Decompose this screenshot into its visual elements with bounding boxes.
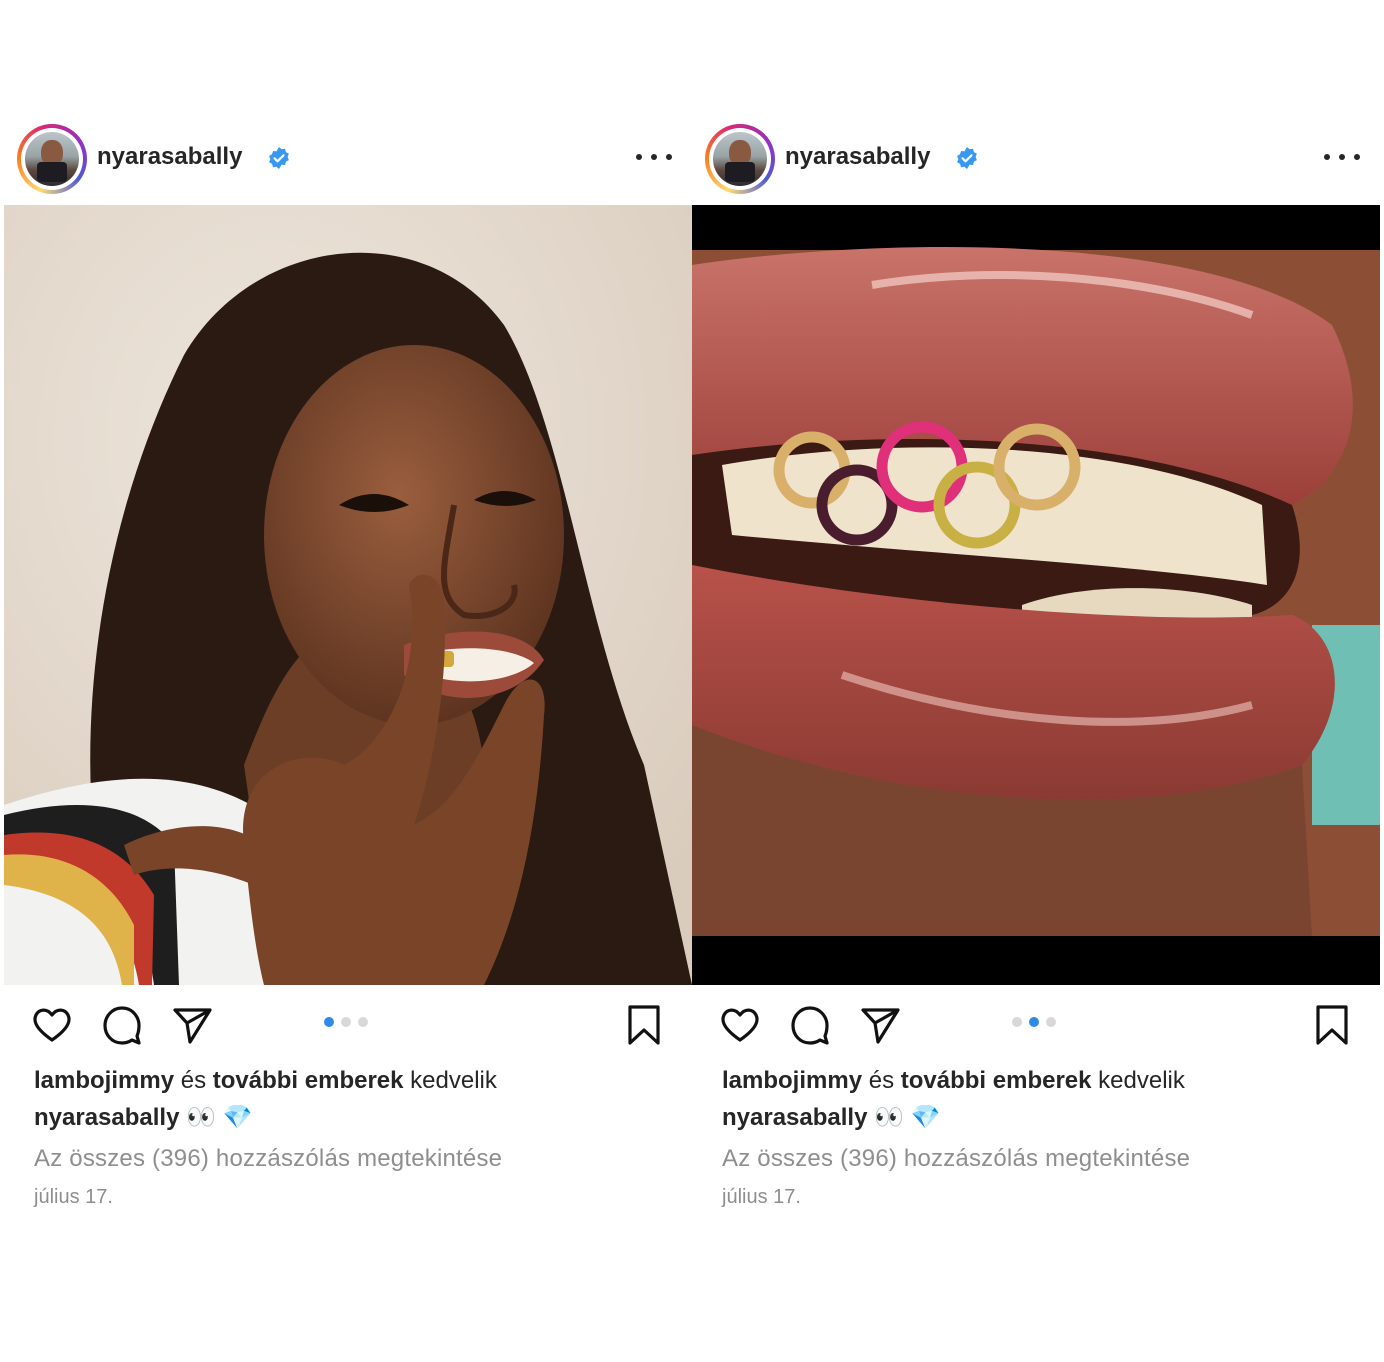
carousel-indicator bbox=[1012, 1017, 1056, 1027]
heart-icon[interactable] bbox=[30, 1003, 74, 1047]
likes-suffix: kedvelik bbox=[410, 1067, 497, 1094]
carousel-indicator bbox=[324, 1017, 368, 1027]
carousel-dot-active bbox=[1029, 1017, 1039, 1027]
carousel-dot bbox=[1046, 1017, 1056, 1027]
caption-text: 👀 💎 bbox=[874, 1104, 941, 1131]
comment-bubble-icon[interactable] bbox=[100, 1003, 144, 1047]
liked-by-user[interactable]: lambojimmy bbox=[34, 1067, 174, 1094]
carousel-dot bbox=[1012, 1017, 1022, 1027]
post-date: július 17. bbox=[722, 1186, 801, 1208]
verified-badge-icon bbox=[957, 147, 977, 169]
paper-plane-icon[interactable] bbox=[170, 1003, 214, 1047]
likes-others-link[interactable]: további emberek bbox=[901, 1067, 1092, 1094]
post-header: nyarasabally bbox=[692, 110, 1380, 205]
post-photo[interactable] bbox=[4, 205, 692, 985]
view-comments-link[interactable]: Az összes (396) hozzászólás megtekintése bbox=[722, 1145, 1190, 1173]
caption-text: 👀 💎 bbox=[186, 1104, 253, 1131]
likes-summary: lambojimmy és további emberek kedvelik bbox=[722, 1067, 1185, 1095]
username-link[interactable]: nyarasabally bbox=[785, 143, 930, 171]
more-options-icon[interactable] bbox=[636, 142, 672, 172]
carousel-dot bbox=[341, 1017, 351, 1027]
liked-by-user[interactable]: lambojimmy bbox=[722, 1067, 862, 1094]
post-date: július 17. bbox=[34, 1186, 113, 1208]
post-photo[interactable] bbox=[692, 205, 1380, 985]
verified-badge-icon bbox=[269, 147, 289, 169]
likes-and: és bbox=[868, 1067, 895, 1094]
caption-username[interactable]: nyarasabally bbox=[722, 1104, 867, 1131]
avatar[interactable] bbox=[17, 124, 87, 194]
post-card-2: nyarasabally lambojimmy és további ember… bbox=[692, 110, 1380, 1220]
carousel-dot bbox=[358, 1017, 368, 1027]
caption: nyarasabally 👀 💎 bbox=[34, 1103, 253, 1132]
action-bar bbox=[692, 1003, 1380, 1053]
more-options-icon[interactable] bbox=[1324, 142, 1360, 172]
post-card-1: nyarasabally lambojimmy és további ember… bbox=[4, 110, 692, 1220]
heart-icon[interactable] bbox=[718, 1003, 762, 1047]
comment-bubble-icon[interactable] bbox=[788, 1003, 832, 1047]
carousel-dot-active bbox=[324, 1017, 334, 1027]
likes-summary: lambojimmy és további emberek kedvelik bbox=[34, 1067, 497, 1095]
avatar[interactable] bbox=[705, 124, 775, 194]
username-link[interactable]: nyarasabally bbox=[97, 143, 242, 171]
post-header: nyarasabally bbox=[4, 110, 692, 205]
view-comments-link[interactable]: Az összes (396) hozzászólás megtekintése bbox=[34, 1145, 502, 1173]
caption: nyarasabally 👀 💎 bbox=[722, 1103, 941, 1132]
bookmark-icon[interactable] bbox=[1310, 1003, 1354, 1047]
likes-and: és bbox=[180, 1067, 207, 1094]
action-bar bbox=[4, 1003, 692, 1053]
paper-plane-icon[interactable] bbox=[858, 1003, 902, 1047]
likes-others-link[interactable]: további emberek bbox=[213, 1067, 404, 1094]
caption-username[interactable]: nyarasabally bbox=[34, 1104, 179, 1131]
likes-suffix: kedvelik bbox=[1098, 1067, 1185, 1094]
bookmark-icon[interactable] bbox=[622, 1003, 666, 1047]
